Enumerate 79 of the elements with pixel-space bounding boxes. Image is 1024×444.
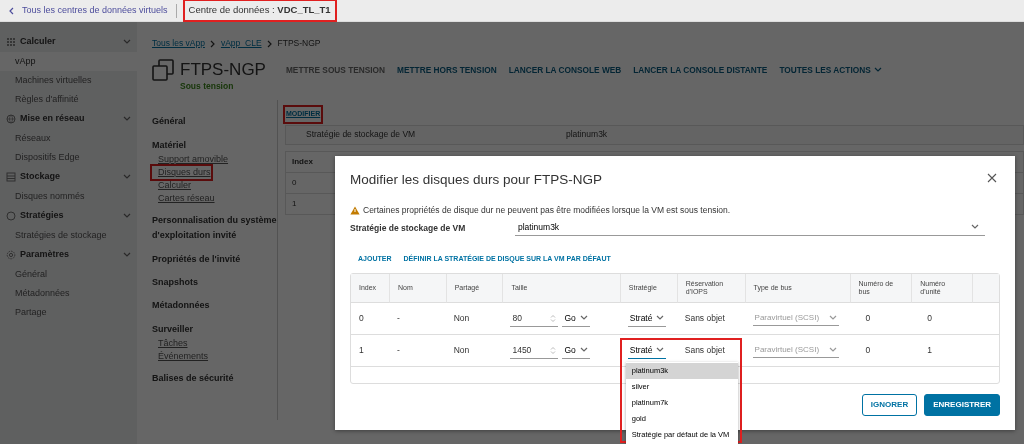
- action-button[interactable]: METTRE HORS TENSION: [391, 63, 503, 76]
- field-label: Stratégie de stockage de VM: [350, 221, 467, 235]
- policy-select[interactable]: Straté: [627, 310, 667, 327]
- section-heading[interactable]: Balises de sécurité: [152, 370, 277, 387]
- section-link[interactable]: Calculer: [152, 178, 191, 192]
- spinner-icon: [550, 313, 557, 323]
- section-heading[interactable]: Surveiller: [152, 321, 277, 337]
- table-cell: -: [388, 303, 446, 336]
- table-cell: -: [388, 335, 446, 368]
- table-cell: Non: [445, 335, 503, 368]
- storage-icon: [6, 172, 16, 182]
- size-field[interactable]: 1450: [510, 342, 559, 359]
- sidebar-group-header[interactable]: Stockage: [0, 167, 137, 187]
- cancel-button[interactable]: IGNORER: [861, 394, 918, 416]
- unit-select[interactable]: Go: [562, 310, 591, 327]
- vm-icon: [152, 58, 174, 81]
- table-cell: Non: [445, 303, 503, 336]
- sidebar-item[interactable]: vApp: [0, 52, 137, 71]
- section-link[interactable]: Disques durs: [152, 165, 211, 179]
- grid-icon: [6, 37, 16, 47]
- settings-icon: [6, 250, 16, 260]
- section-link[interactable]: Cartes réseau: [152, 192, 215, 206]
- size-field[interactable]: 80: [510, 310, 559, 327]
- sidebar-item[interactable]: Machines virtuelles: [0, 71, 137, 90]
- section-heading[interactable]: Propriétés de l'invité: [152, 251, 277, 267]
- dialog-title: Modifier les disques durs pour FTPS-NGP: [350, 171, 603, 189]
- storage-policy-label: Stratégie de stockage de VM: [305, 128, 417, 142]
- breadcrumb-link[interactable]: Tous les vApp: [152, 37, 205, 50]
- table-cell: Sans objet: [676, 303, 745, 336]
- section-link[interactable]: Tâches: [152, 336, 188, 350]
- sidebar-item[interactable]: Métadonnées: [0, 284, 137, 303]
- breadcrumb-link[interactable]: vApp_CLE: [220, 37, 262, 50]
- section-heading[interactable]: Métadonnées: [152, 298, 277, 314]
- sidebar-item[interactable]: Partage: [0, 303, 137, 322]
- table-cell: 0: [849, 303, 912, 336]
- section-heading[interactable]: Général: [152, 114, 277, 130]
- chevron-icon: [873, 65, 882, 74]
- vm-title: FTPS-NGP: [180, 59, 266, 81]
- action-button[interactable]: LANCER LA CONSOLE WEB: [502, 63, 628, 76]
- globe-icon: [6, 114, 16, 124]
- section-heading[interactable]: Snapshots: [152, 274, 277, 291]
- section-link[interactable]: Support amovible: [152, 152, 229, 166]
- section-heading[interactable]: Matériel: [152, 137, 277, 153]
- close-icon: [987, 173, 997, 183]
- sidebar-item[interactable]: Dispositifs Edge: [0, 148, 137, 167]
- table-cell: 1: [351, 335, 389, 368]
- datacenter-label: Centre de données : VDC_TL_T1: [184, 1, 335, 20]
- sidebar-item[interactable]: Règles d'affinité: [0, 90, 137, 109]
- table-cell: 0: [849, 335, 912, 368]
- sidebar-item[interactable]: Réseaux: [0, 129, 137, 148]
- chevron-icon: [8, 6, 16, 15]
- storage-policy-select[interactable]: platinum3k: [515, 220, 985, 236]
- sidebar-group-header[interactable]: Paramètres: [0, 245, 137, 265]
- warning-text: Certaines propriétés de disque dur ne peuvent pas être modifiées lorsque la VM est sous tension.: [363, 204, 731, 217]
- chevron-icon: [208, 39, 217, 48]
- sidebar-group-header[interactable]: Calculer: [0, 32, 137, 52]
- sidebar-group-header[interactable]: Mise en réseau: [0, 109, 137, 129]
- warning-icon: [350, 206, 360, 216]
- circle-icon: [6, 211, 16, 221]
- table-cell: 0: [911, 303, 973, 336]
- breadcrumb-current: FTPS-NGP: [277, 37, 321, 50]
- chevron-icon: [265, 39, 274, 48]
- bus-type-select[interactable]: Paravirtuel (SCSI): [752, 343, 839, 359]
- back-link[interactable]: Tous les centres de données virtuels: [8, 3, 168, 18]
- close-button[interactable]: [987, 173, 997, 183]
- save-button[interactable]: ENREGISTRER: [924, 394, 1000, 416]
- table-cell: 1: [911, 335, 973, 368]
- status-label: Sous tension: [180, 79, 235, 93]
- table-cell: 0: [351, 303, 389, 336]
- storage-policy-value: platinum3k: [566, 128, 608, 142]
- spinner-icon: [550, 345, 557, 355]
- section-heading[interactable]: Personnalisation du système d'exploitation invité: [152, 213, 277, 244]
- action-button[interactable]: TOUTES LES ACTIONS: [773, 63, 888, 76]
- section-link[interactable]: Événements: [152, 349, 209, 363]
- policy-select[interactable]: Straté: [627, 342, 667, 359]
- action-button[interactable]: LANCER LA CONSOLE DISTANTE: [627, 63, 774, 76]
- bus-type-select[interactable]: Paravirtuel (SCSI): [752, 311, 839, 327]
- unit-select[interactable]: Go: [562, 342, 591, 359]
- sidebar-group-header[interactable]: Stratégies: [0, 206, 137, 226]
